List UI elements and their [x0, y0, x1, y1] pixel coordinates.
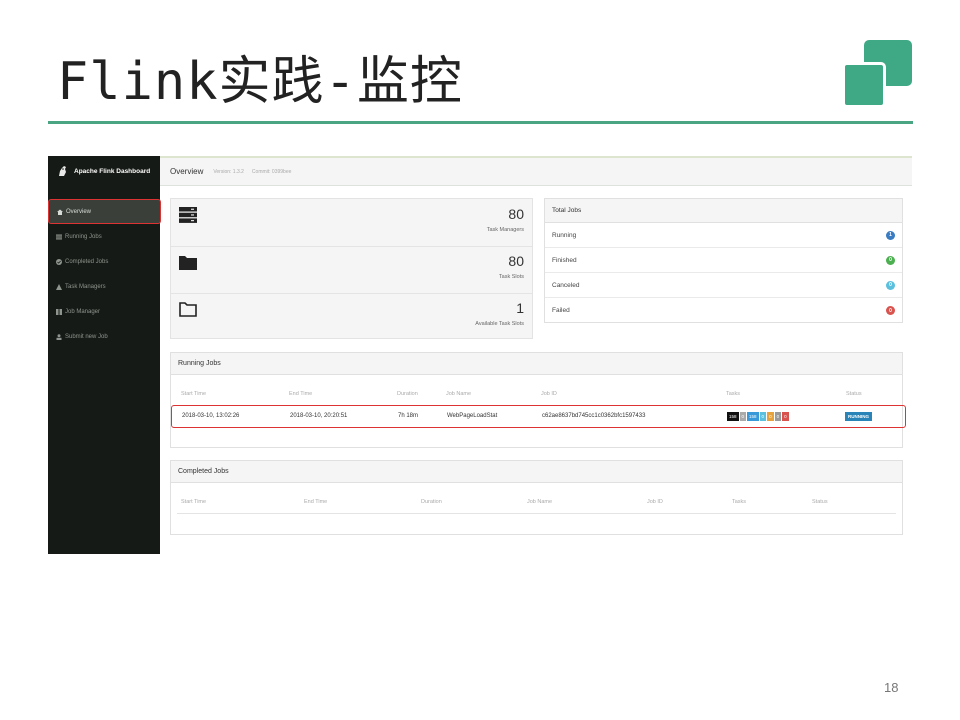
- title-divider: [48, 121, 913, 124]
- jobs-row-canceled[interactable]: Canceled 0: [545, 273, 902, 298]
- col-status[interactable]: Status: [846, 391, 862, 397]
- page-number: 18: [884, 680, 899, 695]
- stat-label: Available Task Slots: [475, 321, 524, 327]
- jobs-row-label: Failed: [552, 307, 570, 314]
- count-badge: 0: [886, 255, 895, 265]
- stat-task-slots[interactable]: 80 Task Slots: [171, 246, 532, 294]
- count-badge: 0: [886, 306, 895, 315]
- check-circle-icon: [56, 258, 62, 265]
- completed-jobs-section: Completed Jobs Start Time End Time Durat…: [170, 460, 903, 535]
- col-duration[interactable]: Duration: [421, 499, 442, 505]
- home-icon: [57, 209, 63, 215]
- sidebar-item-label: Job Manager: [65, 308, 101, 315]
- version-text: Version: 1.3.2: [213, 168, 244, 175]
- stat-label: Task Slots: [498, 274, 524, 280]
- flink-dashboard: Apache Flink Dashboard Overview Running …: [48, 156, 912, 554]
- task-badge-finished: 0: [759, 412, 767, 421]
- col-duration[interactable]: Duration: [397, 391, 418, 397]
- list-icon: [56, 234, 62, 239]
- sidebar-item-job-manager[interactable]: Job Manager: [48, 299, 160, 324]
- task-badge-created: 0: [739, 412, 747, 421]
- col-tasks[interactable]: Tasks: [726, 391, 740, 397]
- brand[interactable]: Apache Flink Dashboard: [48, 156, 160, 186]
- jobs-row-label: Running: [552, 231, 577, 239]
- upload-icon: [56, 333, 62, 340]
- running-jobs-section: Running Jobs Start Time End Time Duratio…: [170, 352, 906, 448]
- folder-open-icon: [179, 302, 197, 317]
- logo-square-front: [842, 62, 886, 108]
- sidebar-item-label: Submit new Job: [65, 333, 108, 340]
- stat-value: 1: [516, 300, 524, 316]
- running-jobs-title: Running Jobs: [171, 353, 902, 375]
- col-job-name[interactable]: Job Name: [527, 499, 552, 505]
- jobs-row-running[interactable]: Running 1: [545, 223, 902, 248]
- sitemap-icon: [56, 283, 62, 290]
- col-tasks[interactable]: Tasks: [732, 499, 746, 505]
- sidebar-item-label: Running Jobs: [65, 233, 102, 240]
- stat-task-managers[interactable]: 80 Task Managers: [171, 199, 532, 247]
- sidebar-item-submit-new-job[interactable]: Submit new Job: [48, 324, 160, 349]
- server-icon: [179, 207, 197, 223]
- cell-end-time: 2018-03-10, 20:20:51: [290, 413, 348, 419]
- col-job-name[interactable]: Job Name: [446, 391, 471, 397]
- sidebar-nav: Overview Running Jobs Completed Jobs Tas…: [48, 199, 161, 349]
- sidebar-item-completed-jobs[interactable]: Completed Jobs: [48, 249, 160, 274]
- squirrel-logo-icon: [59, 166, 66, 176]
- cell-job-id: c62ae8637bd745cc1c0362bfc1597433: [542, 413, 646, 419]
- col-job-id[interactable]: Job ID: [541, 391, 557, 397]
- table-row[interactable]: 2018-03-10, 13:02:26 2018-03-10, 20:20:5…: [171, 405, 906, 428]
- col-job-id[interactable]: Job ID: [647, 499, 663, 505]
- col-end-time[interactable]: End Time: [304, 499, 327, 505]
- slide-logo: [842, 40, 914, 110]
- completed-jobs-title: Completed Jobs: [171, 461, 902, 483]
- cell-duration: 7h 18m: [398, 413, 419, 419]
- task-badge-total: 158: [727, 412, 739, 421]
- cell-start-time: 2018-03-10, 13:02:26: [182, 413, 240, 419]
- task-badge-failed: 0: [782, 412, 789, 421]
- cluster-stats-panel: 80 Task Managers 80 Task Slots 1 Availab…: [170, 198, 533, 339]
- task-badge-running: 158: [747, 412, 759, 421]
- col-start-time[interactable]: Start Time: [181, 499, 206, 505]
- topbar: Overview Version: 1.3.2 Commit: 0399bee: [160, 156, 912, 186]
- sidebar-item-label: Overview: [66, 208, 92, 215]
- sidebar-item-label: Completed Jobs: [65, 258, 109, 265]
- page-title: Overview: [170, 167, 204, 176]
- tasks-icon: [56, 308, 62, 315]
- count-badge: 1: [886, 230, 895, 240]
- total-jobs-panel: Total Jobs Running 1 Finished 0 Canceled…: [544, 198, 903, 323]
- folder-filled-icon: [179, 256, 197, 270]
- col-status[interactable]: Status: [812, 499, 828, 505]
- table-divider: [177, 513, 896, 514]
- commit-text: Commit: 0399bee: [251, 168, 292, 175]
- jobs-row-finished[interactable]: Finished 0: [545, 248, 902, 273]
- sidebar-item-label: Task Managers: [65, 283, 106, 290]
- jobs-row-label: Finished: [552, 256, 577, 264]
- sidebar-item-running-jobs[interactable]: Running Jobs: [48, 224, 160, 249]
- jobs-row-failed[interactable]: Failed 0: [545, 298, 902, 323]
- task-badges: 158 0 158 0 0 0 0: [727, 412, 789, 421]
- stat-available-task-slots[interactable]: 1 Available Task Slots: [171, 293, 532, 340]
- slide-title: Flink实践-监控: [57, 52, 463, 112]
- sidebar: Apache Flink Dashboard Overview Running …: [48, 156, 161, 554]
- count-badge: 0: [886, 280, 895, 290]
- stat-value: 80: [508, 253, 524, 269]
- sidebar-item-overview[interactable]: Overview: [48, 199, 161, 224]
- jobs-row-label: Canceled: [552, 281, 580, 289]
- task-badge-canceled: 0: [774, 412, 782, 421]
- task-badge-canceling: 0: [767, 412, 774, 421]
- total-jobs-title: Total Jobs: [545, 199, 902, 223]
- status-badge: RUNNING: [845, 412, 872, 421]
- stat-label: Task Managers: [486, 227, 524, 233]
- col-start-time[interactable]: Start Time: [181, 391, 206, 397]
- stat-value: 80: [508, 206, 524, 222]
- col-end-time[interactable]: End Time: [289, 391, 312, 397]
- sidebar-item-task-managers[interactable]: Task Managers: [48, 274, 160, 299]
- brand-text: Apache Flink Dashboard: [74, 167, 151, 175]
- cell-job-name: WebPageLoadStat: [447, 413, 498, 419]
